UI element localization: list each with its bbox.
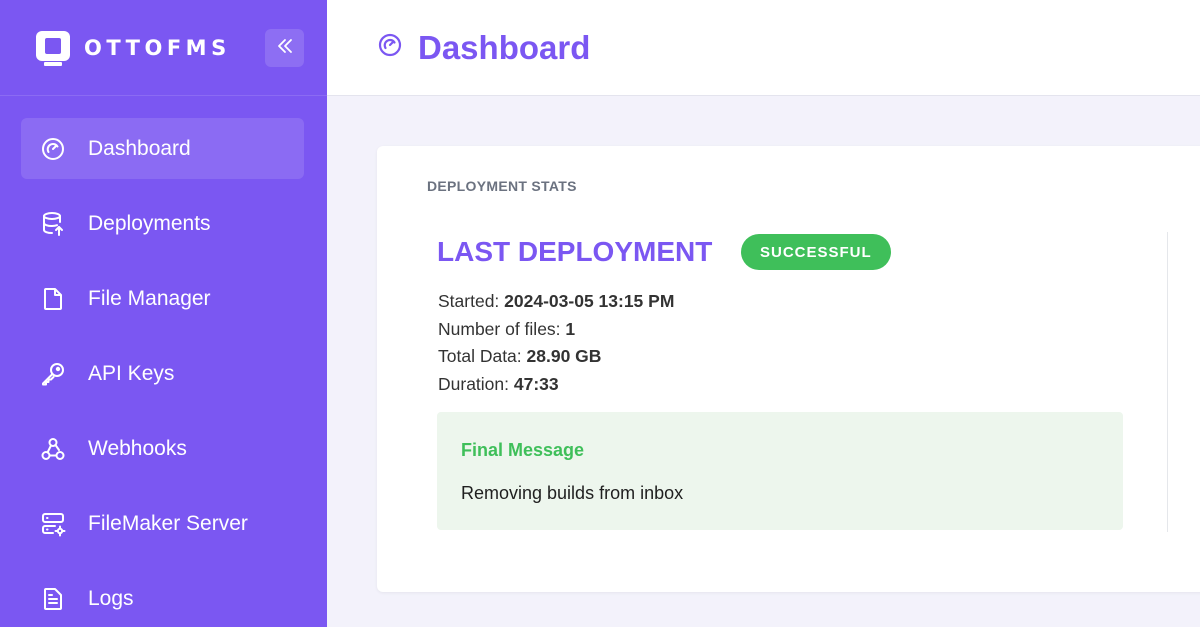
collapse-sidebar-button[interactable] [265,29,304,67]
stat-total-data: Total Data: 28.90 GB [438,343,674,371]
stat-duration: Duration: 47:33 [438,371,674,399]
stat-label: Duration: [438,374,514,395]
stat-value: 1 [565,318,576,339]
final-message-title: Final Message [461,440,585,460]
sidebar-item-filemaker-server[interactable]: FileMaker Server [21,493,304,554]
stat-value: 28.90 GB [526,346,602,367]
final-message-box: Final Message Removing builds from inbox [437,412,1123,530]
sidebar-item-label: API Keys [88,361,175,385]
stat-label: Total Data: [438,346,527,367]
sidebar-item-api-keys[interactable]: API Keys [21,343,304,404]
webhook-icon [39,435,67,463]
database-upload-icon [39,210,67,238]
sidebar-item-label: Dashboard [88,136,191,160]
sidebar-item-label: Logs [88,586,134,610]
ottofms-logo-icon [34,29,72,67]
deployment-stats-card: DEPLOYMENT STATS LAST DEPLOYMENT SUCCESS… [377,146,1200,592]
stat-value: 2024-03-05 13:15 PM [504,291,675,311]
stat-label: Number of files: [438,318,566,339]
sidebar-item-deployments[interactable]: Deployments [21,193,304,254]
brand-area: OTTOFMS [0,0,327,96]
sidebar-item-label: File Manager [88,286,211,310]
sidebar-item-label: Deployments [88,211,211,235]
sidebar-item-logs[interactable]: Logs [21,568,304,627]
stat-number-of-files: Number of files: 1 [438,316,674,344]
stat-label: Started: [438,291,505,311]
key-icon [39,360,67,388]
final-message-text: Removing builds from inbox [461,483,684,503]
gauge-icon [39,135,67,163]
page-header: Dashboard [327,0,1200,96]
gauge-icon [377,32,403,63]
log-file-icon [39,585,67,613]
stat-value: 47:33 [513,374,559,395]
sidebar-item-webhooks[interactable]: Webhooks [21,418,304,479]
server-gear-icon [39,510,67,538]
status-badge: SUCCESSFUL [741,234,891,270]
section-label: DEPLOYMENT STATS [427,178,577,194]
last-deployment-title: LAST DEPLOYMENT [437,236,713,267]
file-icon [39,285,67,313]
sidebar-item-label: Webhooks [88,436,187,460]
deployment-stats-list: Started: 2024-03-05 13:15 PM Number of f… [438,288,674,399]
sidebar-item-file-manager[interactable]: File Manager [21,268,304,329]
sidebar-item-label: FileMaker Server [88,511,248,535]
sidebar-item-dashboard[interactable]: Dashboard [21,118,304,179]
chevrons-left-icon [276,37,294,60]
stat-started: Started: 2024-03-05 13:15 PM [438,288,674,316]
brand-name: OTTOFMS [84,35,231,60]
page-title: Dashboard [418,28,591,66]
sidebar-nav: Dashboard Deployments File Manager API K… [0,96,327,627]
sidebar: OTTOFMS Dashboard Deployments File Manag… [0,0,327,627]
card-divider [1167,232,1168,532]
